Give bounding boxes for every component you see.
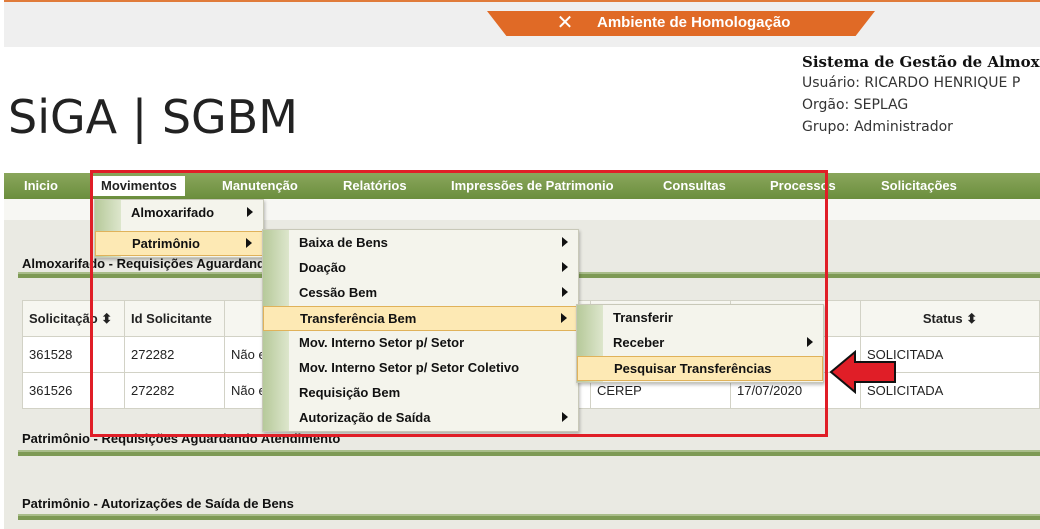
system-name: Sistema de Gestão de Almox [802, 53, 1040, 71]
app-logo: SiGA | SGBM [8, 90, 298, 144]
user-line: Usuário: RICARDO HENRIQUE P [802, 75, 1021, 91]
top-bar: ✕ Ambiente de Homologação [4, 0, 1040, 47]
pointer-arrow-icon [829, 350, 896, 394]
environment-banner: ✕ Ambiente de Homologação [487, 11, 875, 36]
section-divider [18, 450, 1040, 456]
highlight-box [90, 170, 828, 437]
user-info: Sistema de Gestão de Almox Usuário: RICA… [802, 53, 1040, 141]
col-status[interactable]: Status ⬍ [860, 300, 1040, 337]
nav-inicio[interactable]: Inicio [24, 178, 58, 193]
section-patrimonio-aut-title: Patrimônio - Autorizações de Saída de Be… [22, 496, 294, 511]
environment-label: Ambiente de Homologação [597, 14, 791, 31]
nav-solicitacoes[interactable]: Solicitações [881, 178, 957, 193]
tools-icon: ✕ [556, 12, 574, 34]
group-line: Grupo: Administrador [802, 119, 953, 135]
section-divider [18, 514, 1040, 520]
org-line: Orgão: SEPLAG [802, 97, 909, 113]
